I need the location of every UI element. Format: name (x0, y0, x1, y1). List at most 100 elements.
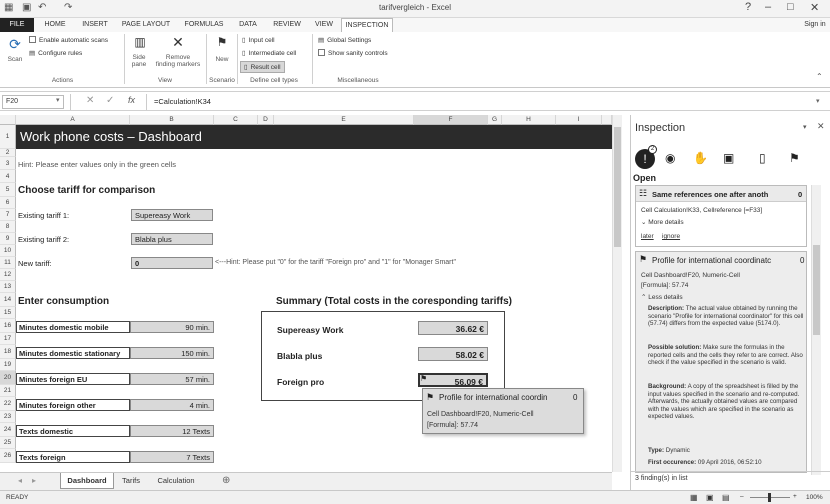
sanity-controls-checkbox[interactable]: Show sanity controls (318, 49, 388, 57)
column-header[interactable]: H (502, 115, 556, 125)
function-icon[interactable]: fx (128, 95, 135, 105)
summary-value[interactable]: 58.02 € (418, 347, 488, 361)
row-header[interactable]: 22 (0, 397, 16, 411)
consumption-input[interactable]: 90 min. (130, 321, 214, 333)
result-cell-button[interactable]: ▯ Result cell (240, 61, 285, 73)
consumption-input[interactable]: 4 min. (130, 399, 214, 411)
sheet-vertical-scrollbar[interactable] (612, 115, 622, 472)
zoom-level[interactable]: 100% (806, 494, 823, 501)
row-header[interactable]: 1 (0, 125, 16, 149)
new-tariff-input[interactable]: 0 (131, 257, 213, 269)
name-box-dropdown-icon[interactable]: ▾ (56, 96, 60, 104)
row-header[interactable]: 12 (0, 269, 16, 281)
tab-page-layout[interactable]: PAGE LAYOUT (118, 18, 174, 32)
sheet-tab-dashboard[interactable]: Dashboard (60, 473, 114, 489)
row-header-selected[interactable]: 20 (0, 371, 16, 385)
remove-markers-button[interactable]: Remove finding markers (152, 54, 204, 68)
normal-view-icon[interactable]: ▦ (690, 493, 698, 502)
row-header[interactable]: 3 (0, 157, 16, 170)
tab-file[interactable]: FILE (0, 18, 34, 32)
close-icon[interactable]: ✕ (810, 1, 819, 14)
row-header[interactable]: 25 (0, 437, 16, 449)
later-link[interactable]: later (641, 233, 654, 241)
tab-data[interactable]: DATA (232, 18, 264, 32)
row-header[interactable]: 17 (0, 333, 16, 345)
row-header[interactable]: 7 (0, 209, 16, 221)
next-sheet-icon[interactable]: ▸ (32, 476, 36, 485)
row-header[interactable]: 2 (0, 149, 16, 157)
flag-filter-icon[interactable]: ⚑ (789, 151, 800, 165)
tab-review[interactable]: REVIEW (268, 18, 306, 32)
row-header[interactable]: 15 (0, 307, 16, 319)
tab-inspection[interactable]: INSPECTION (341, 18, 393, 32)
remove-markers-icon[interactable]: ✕ (168, 34, 188, 51)
new-scenario-button[interactable]: New (210, 56, 234, 63)
finding-card-expanded[interactable]: ⚑ Profile for international coordinatc 0… (635, 251, 807, 473)
finding-flag-icon[interactable]: ⚑ (420, 374, 427, 383)
zoom-in-icon[interactable]: + (793, 493, 797, 500)
global-settings-button[interactable]: ▤ Global Settings (318, 36, 371, 44)
row-header[interactable]: 8 (0, 221, 16, 233)
input-cell-button[interactable]: ▯ Input cell (242, 36, 275, 44)
pane-dropdown-icon[interactable]: ▾ (803, 123, 807, 131)
consumption-input[interactable]: 57 min. (130, 373, 214, 385)
tab-insert[interactable]: INSERT (76, 18, 114, 32)
tab-home[interactable]: HOME (38, 18, 72, 32)
pane-scrollbar[interactable] (811, 185, 821, 475)
hand-icon[interactable]: ✋ (693, 151, 708, 165)
less-details-toggle[interactable]: ⌃ Less details (641, 294, 683, 302)
cancel-icon[interactable]: ✕ (86, 95, 94, 106)
scan-button[interactable]: Scan (3, 56, 27, 63)
row-header[interactable]: 23 (0, 411, 16, 423)
row-header[interactable]: 4 (0, 170, 16, 183)
configure-rules-button[interactable]: ▤ Configure rules (29, 49, 82, 57)
finding-popup[interactable]: ⚑ Profile for international coordin 0 Ce… (422, 388, 584, 434)
maximize-icon[interactable]: □ (787, 1, 794, 13)
more-details-toggle[interactable]: ⌄ More details (641, 219, 684, 227)
enable-auto-scan-checkbox[interactable]: Enable automatic scans (29, 36, 108, 44)
sheet-vertical-thumb[interactable] (614, 127, 621, 247)
row-header[interactable]: 16 (0, 319, 16, 333)
expand-formula-icon[interactable]: ▾ (816, 97, 820, 105)
pane-close-icon[interactable]: ✕ (817, 121, 825, 132)
add-sheet-icon[interactable]: ⊕ (222, 475, 230, 486)
minimize-icon[interactable]: – (765, 1, 771, 13)
side-pane-button[interactable]: Side pane (127, 54, 151, 68)
side-pane-icon[interactable]: ▥ (130, 35, 150, 49)
scan-icon[interactable]: ⟳ (5, 36, 25, 53)
row-header[interactable]: 21 (0, 385, 16, 397)
document-icon[interactable]: ▯ (759, 151, 766, 165)
tab-view[interactable]: VIEW (310, 18, 338, 32)
help-icon[interactable]: ? (745, 1, 751, 13)
consumption-input[interactable]: 150 min. (130, 347, 214, 359)
zoom-out-icon[interactable]: – (740, 493, 744, 500)
prev-sheet-icon[interactable]: ◂ (18, 476, 22, 485)
flag-icon[interactable]: ⚑ (212, 35, 232, 49)
column-header[interactable]: A (16, 115, 130, 125)
row-header[interactable]: 24 (0, 423, 16, 437)
column-header[interactable]: C (214, 115, 258, 125)
enter-icon[interactable]: ✓ (106, 95, 114, 106)
finding-card[interactable]: ☷ Same references one after anoth 0 Cell… (635, 185, 807, 247)
column-header[interactable]: I (556, 115, 602, 125)
zoom-slider-thumb[interactable] (768, 493, 771, 502)
formula-input[interactable]: =Calculation!K34 (154, 97, 211, 106)
row-header[interactable]: 18 (0, 345, 16, 359)
summary-value-selected[interactable]: 56.09 € (418, 373, 488, 387)
page-layout-icon[interactable]: ▣ (706, 493, 714, 502)
existing-tariff-2-input[interactable]: Blabla plus (131, 233, 213, 245)
tab-formulas[interactable]: FORMULAS (180, 18, 228, 32)
summary-value[interactable]: 36.62 € (418, 321, 488, 335)
row-header[interactable]: 6 (0, 197, 16, 209)
intermediate-cell-button[interactable]: ▯ Intermediate cell (242, 49, 296, 57)
column-header[interactable]: E (274, 115, 414, 125)
row-header[interactable]: 14 (0, 293, 16, 307)
row-header[interactable]: 9 (0, 233, 16, 245)
sign-in-link[interactable]: Sign in (800, 18, 830, 32)
sheet-tab-calculation[interactable]: Calculation (150, 473, 202, 489)
name-box[interactable]: F20 (2, 95, 64, 109)
pane-scrollbar-thumb[interactable] (813, 245, 820, 335)
row-header[interactable]: 19 (0, 359, 16, 371)
row-header[interactable]: 5 (0, 183, 16, 197)
window-icon[interactable]: ▣ (723, 151, 734, 165)
